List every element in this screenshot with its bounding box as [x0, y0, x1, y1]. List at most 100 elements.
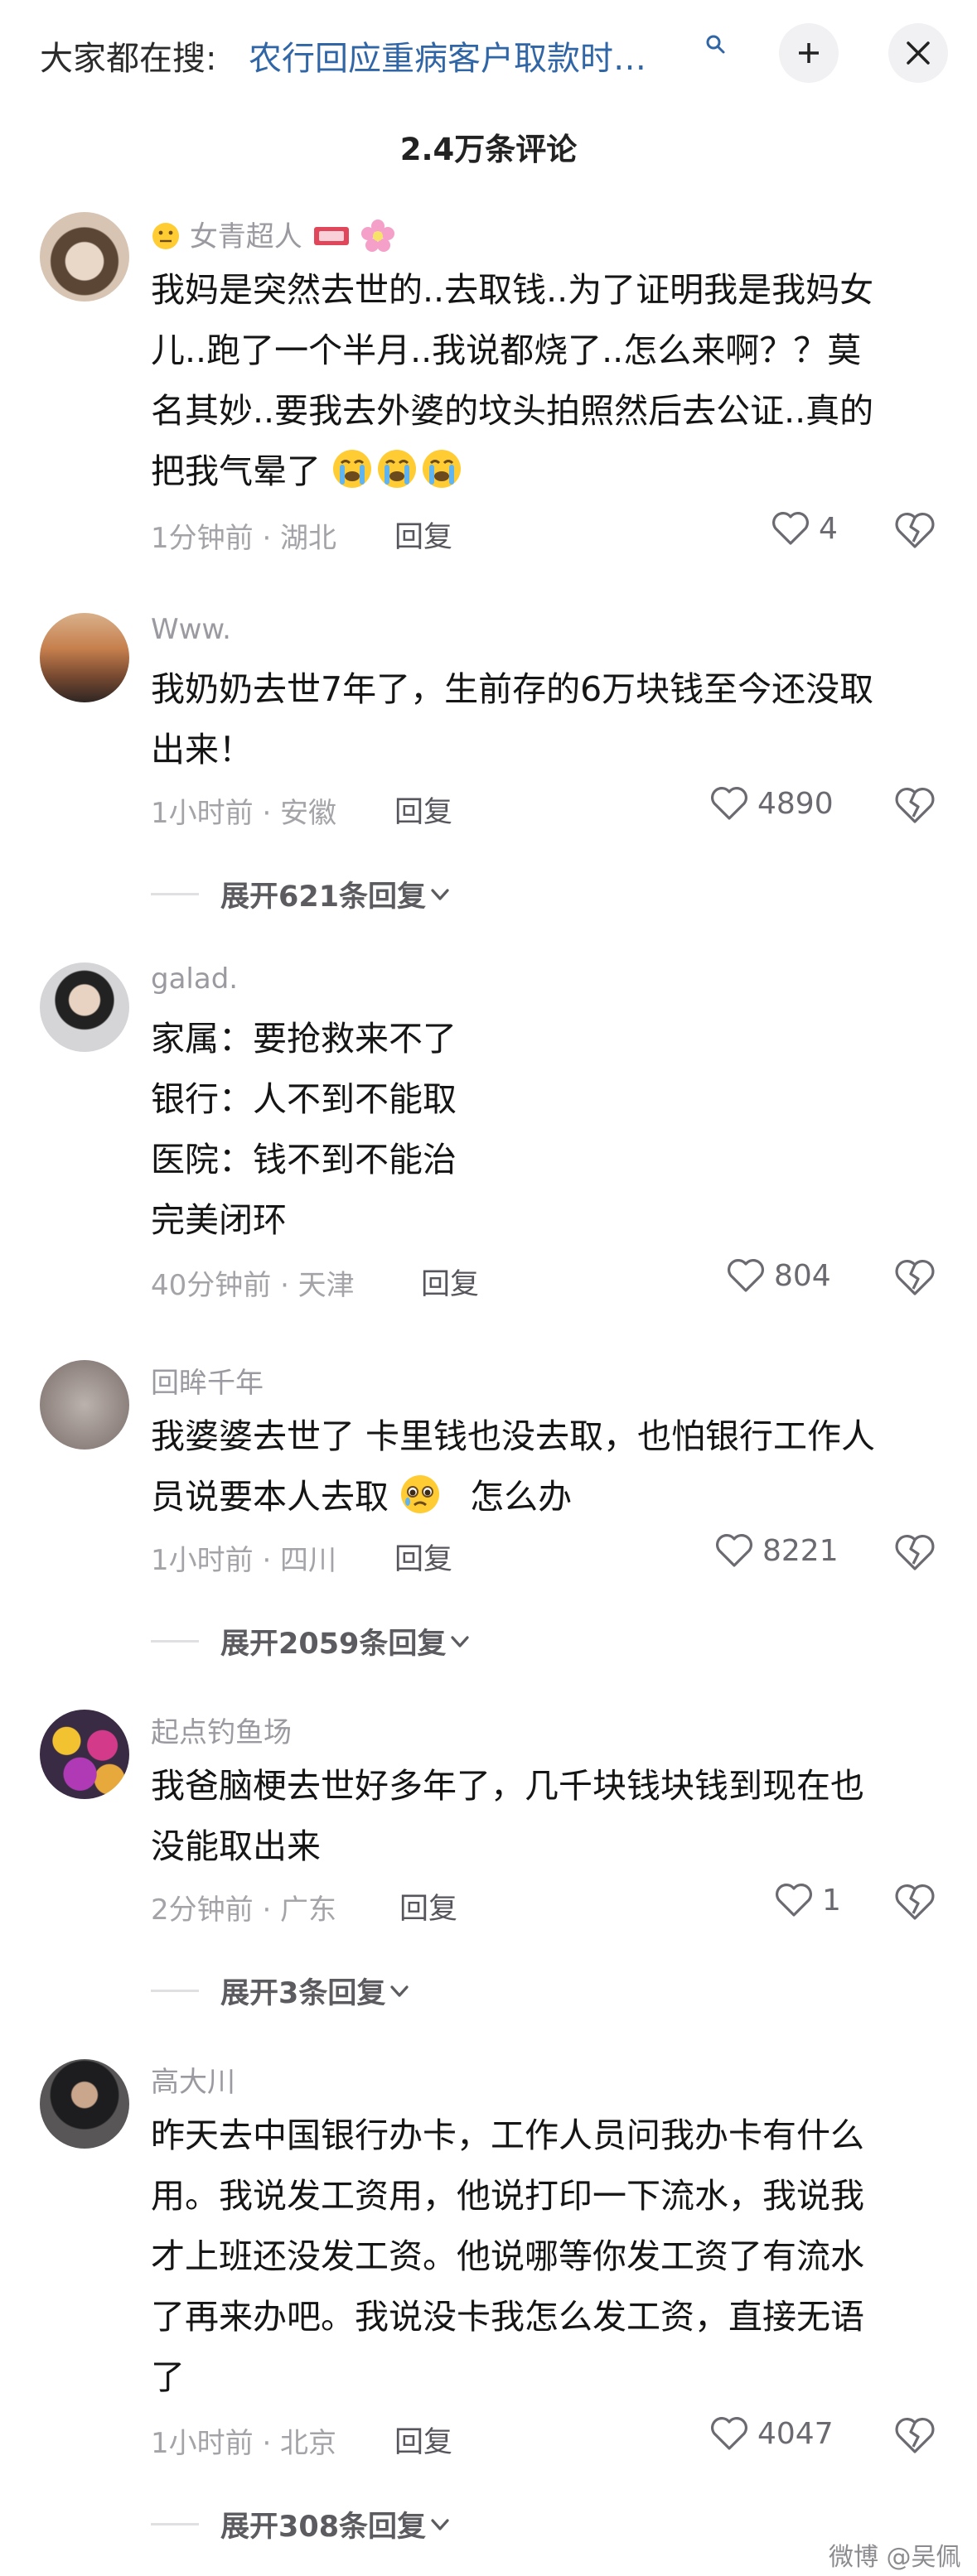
close-button[interactable] — [888, 23, 948, 83]
expand-divider — [151, 893, 199, 895]
comment-username[interactable]: 起点钓鱼场 — [151, 1710, 292, 1750]
reply-button[interactable]: 回复 — [394, 514, 452, 556]
collapse-icon — [799, 43, 819, 63]
heart-outline-icon — [711, 2417, 747, 2450]
chevron-down-icon — [431, 2518, 449, 2530]
like-count: 4047 — [757, 2416, 834, 2451]
chevron-down-icon — [390, 1985, 409, 1997]
comments-count-title: 2.4万条评论 — [399, 132, 578, 167]
comment-time-location: 1小时前 · 四川 — [151, 1544, 337, 1577]
pleading-crying-face-emoji — [401, 1475, 440, 1513]
expand-replies-button[interactable]: 展开3条回复 — [151, 1970, 414, 2012]
comment-line: 才上班还没发工资。他说哪等你发工资了有流水 — [151, 2236, 864, 2276]
loudly-crying-face-emoji — [333, 450, 372, 488]
expand-replies-label: 展开308条回复 — [220, 2511, 427, 2544]
like-count: 804 — [774, 1258, 831, 1293]
like-button[interactable]: 804 — [726, 1257, 831, 1294]
reply-button[interactable]: 回复 — [421, 1261, 479, 1303]
search-icon[interactable] — [704, 33, 726, 55]
expand-replies-label: 展开2059条回复 — [220, 1628, 447, 1661]
ticket-emoji — [313, 227, 349, 245]
comment-line: 没能取出来 — [151, 1826, 321, 1866]
comment-line: 用。我说发工资用，他说打印一下流水，我说我 — [151, 2176, 864, 2216]
trending-search-query[interactable]: 农行回应重病客户取款时… — [249, 31, 646, 80]
flower-emoji — [361, 219, 395, 252]
comment-time-location: 2分钟前 · 广东 — [151, 1893, 337, 1927]
avatar[interactable] — [40, 212, 129, 301]
like-count: 4 — [819, 511, 838, 546]
comment-username[interactable]: 女青超人 — [151, 214, 396, 254]
expand-replies-button[interactable]: 展开2059条回复 — [151, 1620, 474, 1662]
avatar[interactable] — [40, 613, 129, 702]
comment-line-with-emoji: 员说要本人去取 怎么办 — [151, 1467, 946, 1527]
grimace-face-emoji — [152, 223, 179, 249]
comment-line-tail: 怎么办 — [470, 1477, 573, 1517]
heart-outline-icon — [716, 1534, 752, 1567]
reply-button[interactable]: 回复 — [394, 2419, 452, 2461]
comment-line: 我妈是突然去世的..去取钱..为了证明我是我妈女 — [151, 270, 874, 310]
avatar[interactable] — [40, 2059, 129, 2149]
comment-username[interactable]: 回眸千年 — [151, 1360, 264, 1401]
dislike-broken-heart-icon[interactable] — [892, 1254, 938, 1300]
reply-button[interactable]: 回复 — [394, 1536, 452, 1578]
comment-text: 昨天去中国银行办卡，工作人员问我办卡有什么 用。我说发工资用，他说打印一下流水，… — [151, 2106, 946, 2408]
dislike-broken-heart-icon[interactable] — [892, 782, 938, 828]
comment-line-with-emoji: 把我气晕了 — [151, 441, 946, 502]
comment-username[interactable]: 高大川 — [151, 2059, 235, 2100]
collapse-button[interactable] — [779, 23, 839, 83]
expand-divider — [151, 1990, 199, 1992]
comment-line: 完美闭环 — [151, 1200, 287, 1240]
comment-line: 了再来办吧。我说没卡我怎么发工资，直接无语 — [151, 2297, 864, 2337]
avatar[interactable] — [40, 1710, 129, 1799]
comment-line: 银行：人不到不能取 — [151, 1079, 457, 1119]
comment-line: 昨天去中国银行办卡，工作人员问我办卡有什么 — [151, 2115, 864, 2155]
heart-outline-icon — [728, 1259, 764, 1292]
trending-search-prefix: 大家都在搜: — [40, 40, 217, 78]
comment-line: 我婆婆去世了 卡里钱也没去取，也怕银行工作人 — [151, 1416, 876, 1456]
top-search-bar[interactable]: 大家都在搜: 农行回应重病客户取款时… — [0, 0, 977, 104]
comment-text: 家属：要抢救来不了 银行：人不到不能取 医院：钱不到不能治 完美闭环 — [151, 1009, 946, 1251]
source-watermark: 微博 @吴佩 — [829, 2543, 961, 2572]
comment-text: 我爸脑梗去世好多年了，几千块钱块钱到现在也 没能取出来 — [151, 1756, 946, 1877]
comment-line: 儿..跑了一个半月..我说都烧了..怎么来啊？？莫 — [151, 330, 862, 370]
comment-username[interactable]: Www. — [151, 613, 231, 646]
expand-replies-button[interactable]: 展开308条回复 — [151, 2503, 454, 2545]
comment-text: 我婆婆去世了 卡里钱也没去取，也怕银行工作人 员说要本人去取 怎么办 — [151, 1406, 946, 1527]
like-button[interactable]: 4 — [771, 510, 838, 547]
comment-time-location: 1小时前 · 安徽 — [151, 797, 337, 830]
username-text: 女青超人 — [189, 220, 302, 253]
reply-button[interactable]: 回复 — [399, 1885, 457, 1927]
comment-username[interactable]: galad. — [151, 962, 238, 996]
like-button[interactable]: 4047 — [709, 2415, 834, 2452]
comment-line: 医院：钱不到不能治 — [151, 1140, 457, 1179]
comment-line: 我爸脑梗去世好多年了，几千块钱块钱到现在也 — [151, 1766, 864, 1806]
heart-outline-icon — [711, 787, 747, 820]
comment-text: 我奶奶去世7年了，生前存的6万块钱至今还没取 出来！ — [151, 659, 946, 780]
expand-replies-label: 展开621条回复 — [220, 880, 427, 914]
like-count: 1 — [822, 1883, 841, 1918]
dislike-broken-heart-icon[interactable] — [892, 2412, 938, 2458]
close-icon — [907, 41, 930, 65]
dislike-broken-heart-icon[interactable] — [892, 1529, 938, 1575]
dislike-broken-heart-icon[interactable] — [892, 1879, 938, 1925]
comment-line: 家属：要抢救来不了 — [151, 1019, 457, 1059]
avatar[interactable] — [40, 962, 129, 1052]
reply-button[interactable]: 回复 — [394, 789, 452, 831]
comment-line-text: 员说要本人去取 — [151, 1477, 389, 1517]
like-button[interactable]: 8221 — [714, 1532, 839, 1569]
comment-line: 名其妙..要我去外婆的坟头拍照然后去公证..真的 — [151, 391, 874, 431]
expand-divider — [151, 1640, 199, 1643]
heart-outline-icon — [772, 512, 809, 545]
expand-replies-button[interactable]: 展开621条回复 — [151, 873, 454, 915]
chevron-down-icon — [431, 888, 449, 900]
comment-time-location: 1分钟前 · 湖北 — [151, 522, 337, 555]
dislike-broken-heart-icon[interactable] — [892, 507, 938, 553]
like-button[interactable]: 1 — [774, 1882, 841, 1918]
loudly-crying-face-emoji — [378, 450, 417, 488]
comment-text: 我妈是突然去世的..去取钱..为了证明我是我妈女 儿..跑了一个半月..我说都烧… — [151, 260, 946, 502]
expand-replies-label: 展开3条回复 — [220, 1977, 386, 2010]
comment-line: 出来！ — [151, 730, 253, 769]
loudly-crying-face-emoji — [423, 450, 462, 488]
like-button[interactable]: 4890 — [709, 785, 834, 822]
avatar[interactable] — [40, 1360, 129, 1450]
